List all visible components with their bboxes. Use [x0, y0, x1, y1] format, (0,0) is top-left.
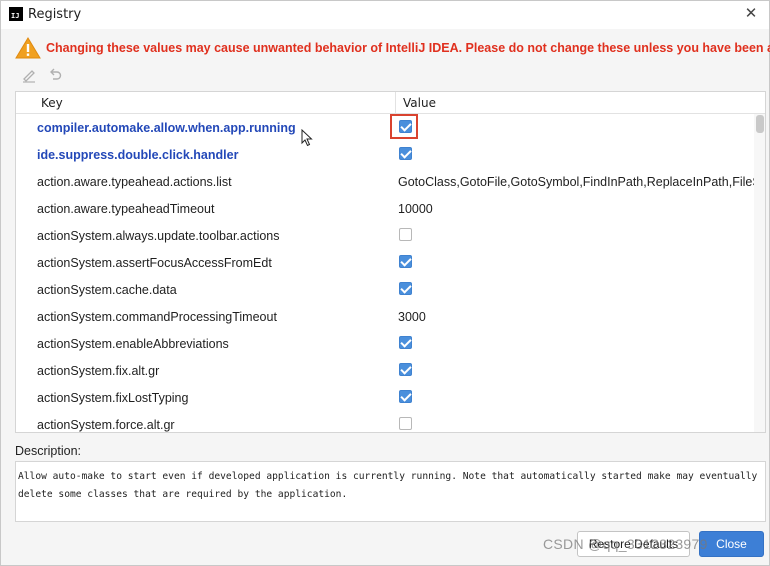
row-value-text[interactable]: 3000 [398, 310, 426, 324]
row-value-checkbox[interactable] [399, 417, 412, 430]
warning-banner: Changing these values may cause unwanted… [15, 37, 770, 59]
table-rows: compiler.automake.allow.when.app.running… [16, 114, 765, 432]
toolbar [21, 67, 63, 85]
undo-icon[interactable] [47, 67, 63, 83]
registry-dialog: IJ Registry ✕ Changing these values may … [0, 0, 770, 566]
close-icon[interactable]: ✕ [741, 3, 761, 23]
row-key: actionSystem.assertFocusAccessFromEdt [37, 256, 272, 270]
annotation-highlight-box [390, 114, 418, 139]
row-key: actionSystem.always.update.toolbar.actio… [37, 229, 280, 243]
table-row[interactable]: actionSystem.force.alt.gr [16, 411, 756, 432]
table-row[interactable]: action.aware.typeahead.actions.list Goto… [16, 168, 765, 195]
table-row[interactable]: actionSystem.always.update.toolbar.actio… [16, 222, 756, 249]
table-row[interactable]: actionSystem.fixLostTyping [16, 384, 756, 411]
description-label: Description: [15, 444, 81, 458]
row-key: actionSystem.cache.data [37, 283, 177, 297]
table-row[interactable]: actionSystem.cache.data [16, 276, 756, 303]
column-header-key[interactable]: Key [41, 96, 63, 110]
row-value-checkbox[interactable] [399, 147, 412, 160]
window-title: Registry [28, 7, 82, 22]
row-key: actionSystem.fixLostTyping [37, 391, 189, 405]
row-value-checkbox[interactable] [399, 282, 412, 295]
table-row[interactable]: ide.suppress.double.click.handler [16, 141, 756, 168]
pencil-icon[interactable] [21, 67, 37, 83]
row-key: compiler.automake.allow.when.app.running [37, 121, 296, 135]
row-key: action.aware.typeahead.actions.list [37, 175, 232, 189]
description-text: Allow auto-make to start even if develop… [15, 461, 766, 522]
row-value-checkbox[interactable] [399, 363, 412, 376]
scrollbar-thumb[interactable] [756, 115, 764, 133]
registry-table: Key Value compiler.automake.allow.when.a… [15, 91, 766, 433]
row-value-checkbox[interactable] [399, 255, 412, 268]
row-value-checkbox[interactable] [399, 336, 412, 349]
column-divider[interactable] [395, 92, 396, 114]
row-key: actionSystem.enableAbbreviations [37, 337, 229, 351]
row-key: action.aware.typeaheadTimeout [37, 202, 215, 216]
table-row[interactable]: actionSystem.commandProcessingTimeout 30… [16, 303, 756, 330]
table-row[interactable]: actionSystem.assertFocusAccessFromEdt [16, 249, 756, 276]
table-scrollbar[interactable] [754, 114, 765, 432]
row-value-text[interactable]: GotoClass,GotoFile,GotoSymbol,FindInPath… [398, 175, 765, 189]
warning-text: Changing these values may cause unwanted… [46, 41, 770, 55]
row-value-checkbox[interactable] [399, 228, 412, 241]
table-row[interactable]: actionSystem.fix.alt.gr [16, 357, 756, 384]
table-row[interactable]: action.aware.typeaheadTimeout 10000 [16, 195, 756, 222]
row-value-checkbox[interactable] [399, 390, 412, 403]
title-bar: IJ Registry ✕ [1, 1, 769, 29]
row-key: actionSystem.force.alt.gr [37, 418, 175, 432]
row-key: actionSystem.commandProcessingTimeout [37, 310, 277, 324]
table-row[interactable]: compiler.automake.allow.when.app.running [16, 114, 756, 147]
warning-triangle-icon [15, 37, 41, 59]
restore-defaults-button[interactable]: Restore Defaults [577, 531, 690, 557]
table-row[interactable]: actionSystem.enableAbbreviations [16, 330, 756, 357]
row-value-text[interactable]: 10000 [398, 202, 433, 216]
intellij-app-icon: IJ [9, 7, 23, 21]
row-key: actionSystem.fix.alt.gr [37, 364, 160, 378]
row-key: ide.suppress.double.click.handler [37, 148, 239, 162]
column-header-value[interactable]: Value [403, 96, 436, 110]
close-button[interactable]: Close [699, 531, 764, 557]
table-header: Key Value [16, 92, 765, 114]
